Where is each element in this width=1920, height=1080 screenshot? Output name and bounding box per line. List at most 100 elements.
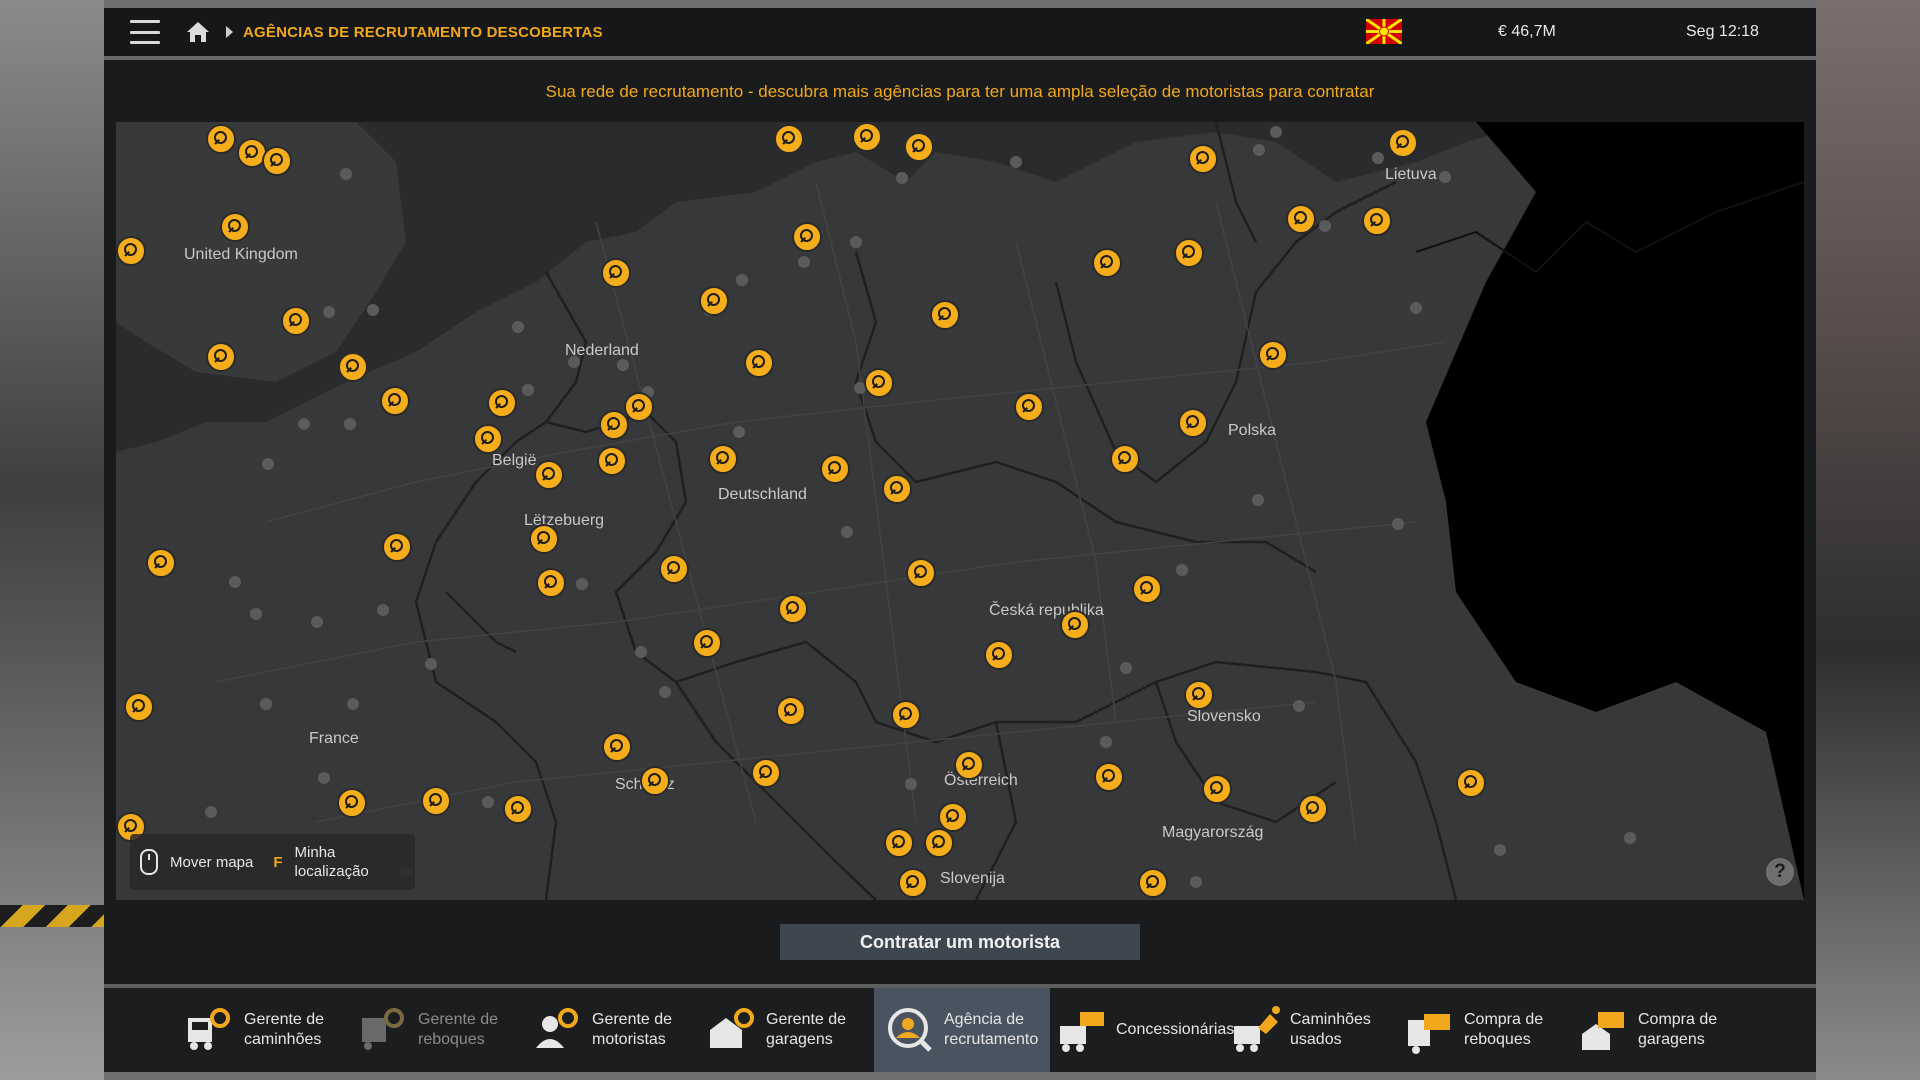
recruitment-agency-pin[interactable] [882, 474, 912, 504]
recruitment-agency-pin[interactable] [778, 594, 808, 624]
recruitment-agency-pin[interactable] [206, 342, 236, 372]
nav-driver-manager[interactable]: Gerente de motoristas [532, 988, 702, 1072]
driver-manager-icon [536, 1008, 578, 1048]
recruitment-agency-pin[interactable] [1174, 238, 1204, 268]
recruitment-agency-pin[interactable] [220, 212, 250, 242]
recruitment-agency-pin[interactable] [1184, 680, 1214, 710]
recruitment-agency-pin[interactable] [699, 286, 729, 316]
recruitment-agency-pin[interactable] [954, 750, 984, 780]
recruitment-agency-pin[interactable] [146, 548, 176, 578]
dealer-icon [1060, 1012, 1104, 1052]
recruitment-agency-pin[interactable] [776, 696, 806, 726]
recruitment-agency-pin[interactable] [503, 794, 533, 824]
recruitment-agency-pin[interactable] [744, 348, 774, 378]
recruitment-agency-pin[interactable] [421, 786, 451, 816]
nav-trailer-manager[interactable]: Gerente de reboques [358, 988, 528, 1072]
recruitment-agency-pin[interactable] [1286, 204, 1316, 234]
hire-driver-button[interactable]: Contratar um motorista [780, 924, 1140, 960]
recruitment-agency-pin[interactable] [473, 424, 503, 454]
hamburger-menu-icon[interactable] [130, 20, 160, 44]
my-location-label: Minha localização [294, 844, 369, 880]
recruitment-agency-pin[interactable] [337, 788, 367, 818]
recruitment-agency-pin[interactable] [1178, 408, 1208, 438]
recruitment-agency-pin[interactable] [206, 124, 236, 154]
recruitment-agency-pin[interactable] [884, 828, 914, 858]
nav-garage-manager[interactable]: Gerente de garagens [706, 988, 876, 1072]
recruitment-agency-pin[interactable] [1110, 444, 1140, 474]
used-trucks-icon [1234, 1006, 1280, 1052]
recruitment-agency-pin[interactable] [534, 460, 564, 490]
nav-label: Caminhões usados [1290, 1011, 1371, 1048]
recruitment-agency-pin[interactable] [487, 388, 517, 418]
recruitment-agency-pin[interactable] [382, 532, 412, 562]
f-key-icon: F [273, 853, 283, 871]
mouse-icon [140, 849, 158, 875]
recruitment-agency-pin[interactable] [599, 410, 629, 440]
recruitment-agency-pin[interactable] [529, 524, 559, 554]
recruitment-agency-pin[interactable] [1094, 762, 1124, 792]
recruitment-agency-pin[interactable] [1202, 774, 1232, 804]
nav-buy-garages[interactable]: Compra de garagens [1578, 988, 1768, 1072]
recruitment-agency-pin[interactable] [124, 692, 154, 722]
recruitment-agency-pin[interactable] [281, 306, 311, 336]
recruitment-agency-pin[interactable] [820, 454, 850, 484]
north-macedonia-flag-icon[interactable] [1366, 19, 1402, 44]
bottom-navigation: Gerente de caminhões Gerente de reboques… [104, 988, 1816, 1072]
recruitment-agency-pin[interactable] [602, 732, 632, 762]
nav-recruitment-agency[interactable]: Agência de recrutamento [874, 988, 1050, 1072]
recruitment-agency-pin[interactable] [1132, 574, 1162, 604]
recruitment-agency-pin[interactable] [659, 554, 689, 584]
recruitment-agency-pin[interactable] [380, 386, 410, 416]
recruitment-agency-pin[interactable] [1060, 610, 1090, 640]
money-display: € 46,7M [1498, 23, 1556, 40]
recruitment-agency-pin[interactable] [1388, 128, 1418, 158]
nav-label: Compra de garagens [1638, 1011, 1718, 1048]
recruitment-agency-pin[interactable] [864, 368, 894, 398]
europe-map[interactable]: United Kingdom Nederland België Lëtzebue… [116, 122, 1804, 900]
move-map-label: Mover mapa [170, 853, 254, 871]
nav-dealers[interactable]: Concessionárias [1056, 988, 1234, 1072]
recruitment-agency-pin[interactable] [1298, 794, 1328, 824]
help-icon[interactable]: ? [1766, 858, 1794, 886]
nav-buy-trailers[interactable]: Compra de reboques [1404, 988, 1574, 1072]
recruitment-agency-pin[interactable] [116, 236, 146, 266]
top-bar: AGÊNCIAS DE RECRUTAMENTO DESCOBERTAS € 4… [104, 8, 1816, 56]
buy-garages-icon [1582, 1012, 1624, 1050]
nav-label: Gerente de motoristas [592, 1011, 673, 1048]
recruitment-agency-pin[interactable] [708, 444, 738, 474]
recruitment-agency-pin[interactable] [601, 258, 631, 288]
truck-manager-icon [188, 1008, 230, 1050]
recruitment-agency-pin[interactable] [692, 628, 722, 658]
home-icon[interactable] [184, 18, 212, 46]
recruitment-agency-pin[interactable] [1258, 340, 1288, 370]
recruitment-agency-pin[interactable] [924, 828, 954, 858]
my-location-hint[interactable]: F Minha localização [273, 843, 384, 881]
recruitment-agency-pin[interactable] [906, 558, 936, 588]
recruitment-agency-pin[interactable] [536, 568, 566, 598]
nav-label: Compra de reboques [1464, 1011, 1544, 1048]
recruitment-agency-pin[interactable] [262, 146, 292, 176]
recruitment-agency-pin[interactable] [1188, 144, 1218, 174]
background-hazard-stripe [0, 905, 104, 927]
recruitment-agency-pin[interactable] [792, 222, 822, 252]
nav-truck-manager[interactable]: Gerente de caminhões [184, 988, 354, 1072]
recruitment-agency-pin[interactable] [774, 124, 804, 154]
recruitment-agency-pin[interactable] [984, 640, 1014, 670]
recruitment-agency-pin[interactable] [751, 758, 781, 788]
recruitment-agency-pin[interactable] [891, 700, 921, 730]
recruitment-agency-pin[interactable] [1138, 868, 1168, 898]
recruitment-agency-pin[interactable] [930, 300, 960, 330]
recruitment-agency-pin[interactable] [904, 132, 934, 162]
recruitment-agency-pin[interactable] [338, 352, 368, 382]
recruitment-agency-pin[interactable] [1456, 768, 1486, 798]
recruitment-agency-pin[interactable] [898, 868, 928, 898]
recruitment-agency-pin[interactable] [597, 446, 627, 476]
recruitment-agency-pin[interactable] [1092, 248, 1122, 278]
nav-used-trucks[interactable]: Caminhões usados [1230, 988, 1400, 1072]
recruitment-agency-pin[interactable] [1362, 206, 1392, 236]
recruitment-agency-pin[interactable] [852, 122, 882, 152]
recruitment-agency-pin[interactable] [1014, 392, 1044, 422]
nav-label: Agência de recrutamento [944, 1011, 1039, 1048]
recruitment-agency-pin[interactable] [640, 766, 670, 796]
recruitment-agency-pin[interactable] [624, 392, 654, 422]
